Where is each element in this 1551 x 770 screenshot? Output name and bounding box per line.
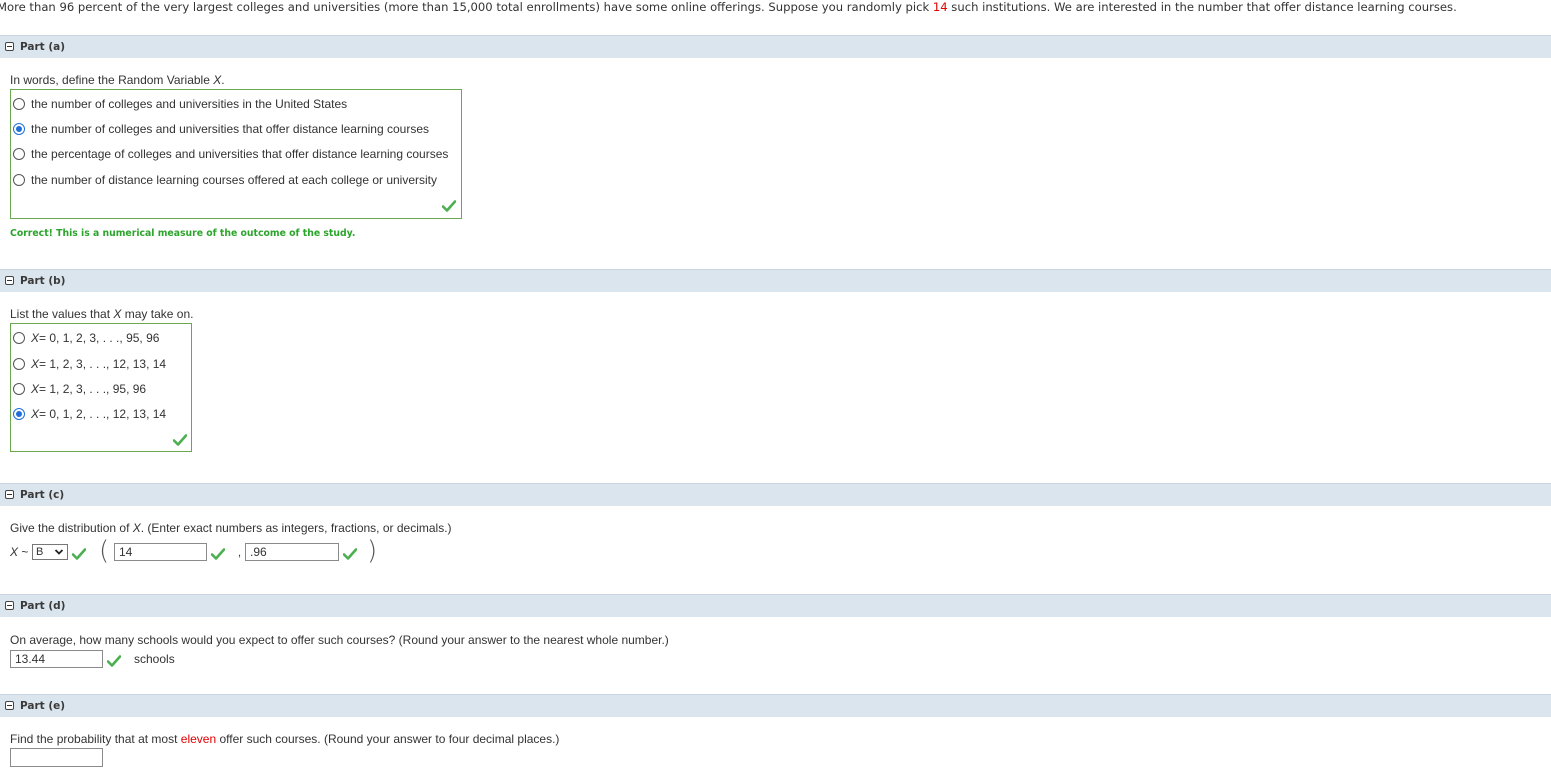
n-parameter-input[interactable] [114, 543, 207, 561]
close-paren: ) [367, 536, 378, 566]
prompt-text-end: . [221, 73, 225, 87]
part-d-header[interactable]: Part (d) [0, 594, 1551, 617]
part-a-option-3[interactable]: the percentage of colleges and universit… [13, 145, 448, 163]
tilde-symbol: ~ [21, 545, 29, 559]
prompt-text-end: offer such courses. (Round your answer t… [216, 732, 560, 746]
part-e-label: Part (e) [20, 700, 66, 712]
part-e-header[interactable]: Part (e) [0, 694, 1551, 717]
option-label: the number of colleges and universities … [31, 122, 430, 136]
part-a-option-4[interactable]: the number of distance learning courses … [13, 171, 437, 189]
distribution-select[interactable]: B [32, 544, 68, 560]
probability-input[interactable] [10, 748, 103, 767]
part-a-option-1[interactable]: the number of colleges and universities … [13, 95, 347, 113]
radio-button[interactable] [13, 98, 25, 110]
part-a-feedback: Correct! This is a numerical measure of … [10, 228, 356, 239]
variable-x: X [10, 545, 19, 559]
part-e-prompt: Find the probability that at most eleven… [10, 732, 559, 746]
p-parameter-input[interactable] [245, 543, 339, 561]
part-b-prompt: List the values that X may take on. [10, 307, 193, 321]
expected-value-input[interactable] [10, 650, 103, 668]
checkmark-icon [72, 548, 86, 560]
part-d-prompt: On average, how many schools would you e… [10, 633, 669, 647]
part-b-label: Part (b) [20, 275, 66, 287]
part-c-prompt: Give the distribution of X. (Enter exact… [10, 521, 452, 535]
option-label: the number of colleges and universities … [31, 97, 348, 111]
collapse-minus-icon[interactable] [5, 601, 14, 610]
part-b-answer-box: X = 0, 1, 2, 3, . . ., 95, 96 X = 1, 2, … [10, 323, 192, 452]
unit-label: schools [134, 652, 175, 666]
checkmark-icon [173, 434, 187, 446]
part-a-option-2[interactable]: the number of colleges and universities … [13, 120, 429, 138]
part-d-label: Part (d) [20, 600, 66, 612]
part-a-answer-box: the number of colleges and universities … [10, 89, 462, 219]
radio-button-selected[interactable] [13, 123, 25, 135]
prompt-text-end: may take on. [121, 307, 194, 321]
part-b-option-3[interactable]: X = 1, 2, 3, . . ., 95, 96 [13, 380, 146, 398]
part-b-option-1[interactable]: X = 0, 1, 2, 3, . . ., 95, 96 [13, 329, 159, 347]
distribution-x-label: X ~ [10, 545, 28, 559]
radio-button-selected[interactable] [13, 408, 25, 420]
option-label: = 1, 2, 3, . . ., 12, 13, 14 [39, 357, 167, 371]
option-label: the percentage of colleges and universit… [31, 147, 449, 161]
highlight-word: eleven [180, 732, 217, 746]
prompt-text: Give the distribution of [10, 521, 133, 535]
prompt-text: Find the probability that at most [10, 732, 181, 746]
radio-button[interactable] [13, 148, 25, 160]
option-label: the number of distance learning courses … [31, 173, 438, 187]
prompt-text: List the values that [10, 307, 114, 321]
chevron-down-icon [54, 549, 64, 555]
collapse-minus-icon[interactable] [5, 42, 14, 51]
checkmark-icon [107, 655, 121, 667]
part-b-option-2[interactable]: X = 1, 2, 3, . . ., 12, 13, 14 [13, 355, 166, 373]
variable-x: X [132, 521, 141, 535]
variable-x: X [31, 407, 40, 421]
collapse-minus-icon[interactable] [5, 490, 14, 499]
part-c-label: Part (c) [20, 489, 65, 501]
problem-statement: More than 96 percent of the very largest… [0, 0, 1551, 14]
part-c-header[interactable]: Part (c) [0, 483, 1551, 506]
open-paren: ( [99, 536, 110, 566]
part-b-header[interactable]: Part (b) [0, 269, 1551, 292]
part-a-label: Part (a) [20, 41, 66, 53]
checkmark-icon [343, 548, 357, 560]
option-label: = 0, 1, 2, 3, . . ., 95, 96 [39, 331, 160, 345]
part-a-header[interactable]: Part (a) [0, 35, 1551, 58]
part-b-option-4[interactable]: X = 0, 1, 2, . . ., 12, 13, 14 [13, 405, 166, 423]
prompt-text: In words, define the Random Variable [10, 73, 214, 87]
option-label: = 1, 2, 3, . . ., 95, 96 [39, 382, 147, 396]
radio-button[interactable] [13, 174, 25, 186]
collapse-minus-icon[interactable] [5, 276, 14, 285]
collapse-minus-icon[interactable] [5, 701, 14, 710]
comma-separator: , [238, 547, 242, 559]
checkmark-icon [211, 548, 225, 560]
intro-highlight-number: 14 [932, 0, 948, 14]
variable-x: X [31, 357, 40, 371]
radio-button[interactable] [13, 332, 25, 344]
checkmark-icon [442, 200, 456, 212]
radio-button[interactable] [13, 383, 25, 395]
option-label: = 0, 1, 2, . . ., 12, 13, 14 [39, 407, 167, 421]
variable-x: X [31, 331, 40, 345]
intro-text-after: such institutions. We are interested in … [947, 0, 1457, 14]
part-a-prompt: In words, define the Random Variable X. [10, 73, 225, 87]
prompt-text-end: . (Enter exact numbers as integers, frac… [140, 521, 452, 535]
distribution-select-value: B [36, 546, 44, 558]
variable-x: X [31, 382, 40, 396]
radio-button[interactable] [13, 358, 25, 370]
intro-text-before: More than 96 percent of the very largest… [0, 0, 933, 14]
